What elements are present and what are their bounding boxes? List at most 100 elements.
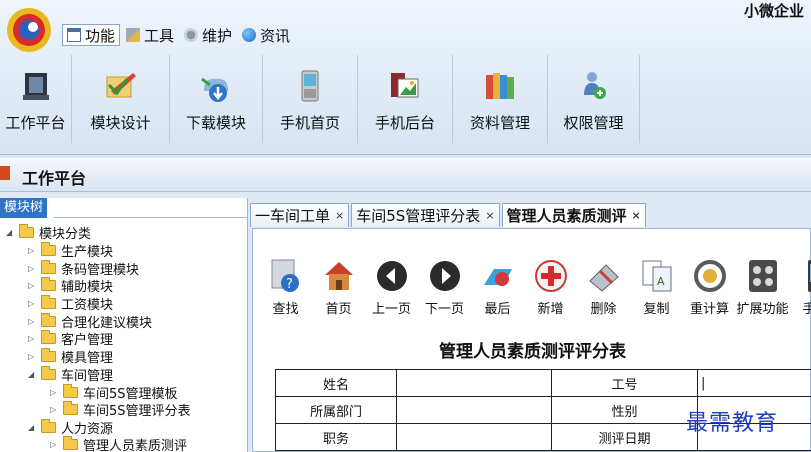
- extended-functions-button[interactable]: 扩展功能: [736, 257, 789, 319]
- collapsed-arrow-icon: ▷: [28, 281, 35, 290]
- find-icon: ?: [271, 259, 299, 292]
- books-icon: [486, 73, 514, 99]
- menu-item-function[interactable]: 功能: [62, 24, 121, 46]
- employee-id-field[interactable]: |: [697, 369, 811, 397]
- tree-node-label: 模具管理: [61, 351, 114, 366]
- collapsed-arrow-icon: ▷: [50, 405, 57, 414]
- tree-node[interactable]: ▷ 客户管理: [28, 330, 114, 348]
- copy-button[interactable]: A 复制: [630, 257, 683, 319]
- tree-node-label: 生产模块: [61, 245, 114, 260]
- expanded-arrow-icon: ◢: [28, 423, 35, 432]
- add-button[interactable]: 新增: [524, 257, 577, 319]
- name-field[interactable]: [396, 369, 552, 397]
- top-area: 小微企业 功能 工具 维护 资讯 工作平台 模块设计 下载模块 手机首页 手机后…: [0, 0, 811, 155]
- tab-5s-score[interactable]: 车间5S管理评分表 ×: [351, 203, 500, 227]
- home-button[interactable]: 首页: [312, 257, 365, 319]
- tree-node[interactable]: ▷ 车间5S管理模板: [50, 384, 178, 402]
- tree-node-label: 车间管理: [61, 369, 114, 384]
- folder-icon: [63, 401, 78, 415]
- app-title: 小微企业: [744, 2, 805, 20]
- app-logo: [7, 8, 51, 52]
- tree-node[interactable]: ▷ 合理化建议模块: [28, 313, 152, 331]
- toolbar-label: 扩展功能: [736, 302, 789, 317]
- tree-node[interactable]: ▷ 工资模块: [28, 295, 114, 313]
- download-icon: [201, 77, 228, 102]
- tab-label: 车间5S管理评分表: [356, 207, 481, 225]
- collapsed-arrow-icon: ▷: [50, 440, 57, 449]
- mobile-button[interactable]: 手机: [789, 257, 811, 319]
- toolbar-label: 首页: [325, 302, 352, 317]
- table-row: 姓名 工号 |: [275, 369, 811, 397]
- collapsed-arrow-icon: ▷: [28, 317, 35, 326]
- last-page-button[interactable]: 最后: [471, 257, 524, 319]
- menu-label: 功能: [85, 26, 116, 45]
- tree-node[interactable]: ▷ 模具管理: [28, 348, 114, 366]
- ribbon-phone-home-button[interactable]: 手机首页: [263, 55, 358, 143]
- collapsed-arrow-icon: ▷: [28, 264, 35, 273]
- next-page-button[interactable]: 下一页: [418, 257, 471, 319]
- ribbon-data-management-button[interactable]: 资料管理: [453, 55, 548, 143]
- field-label: 职务: [275, 423, 397, 451]
- next-icon: [429, 261, 460, 291]
- folder-icon: [41, 330, 56, 344]
- toolbar-label: 复制: [643, 302, 670, 317]
- menu-item-tools[interactable]: 工具: [122, 24, 178, 46]
- menu-item-maintenance[interactable]: 维护: [180, 24, 236, 46]
- tree-node[interactable]: ▷ 管理人员素质测评: [50, 436, 187, 452]
- watermark: 最需教育: [686, 411, 779, 436]
- tree-node[interactable]: ▷ 辅助模块: [28, 277, 113, 295]
- maintenance-icon: [184, 28, 199, 42]
- tree-tab[interactable]: 模块树: [0, 198, 48, 218]
- tab-manager-evaluation[interactable]: 管理人员素质测评 ×: [501, 203, 646, 227]
- ribbon-phone-admin-button[interactable]: 手机后台: [358, 55, 453, 143]
- ribbon-permission-button[interactable]: 权限管理: [548, 55, 640, 143]
- ribbon-workbench-button[interactable]: 工作平台: [0, 55, 72, 143]
- close-icon[interactable]: ×: [632, 209, 641, 222]
- menu-label: 维护: [202, 26, 233, 45]
- toolbar-label: 手机: [802, 302, 811, 317]
- toolbar-label: 上一页: [371, 302, 411, 317]
- folder-icon: [41, 277, 56, 291]
- tree-node[interactable]: ◢ 模块分类: [6, 224, 92, 242]
- delete-button[interactable]: 删除: [577, 257, 630, 319]
- tree-node-label: 管理人员素质测评: [83, 439, 188, 452]
- tab-workshop-order[interactable]: 一车间工单 ×: [250, 203, 350, 227]
- position-field[interactable]: [396, 423, 552, 451]
- toolbar-label: 最后: [484, 302, 511, 317]
- ribbon-label: 权限管理: [563, 114, 624, 132]
- field-label: 性别: [551, 396, 698, 424]
- tree-node-label: 客户管理: [61, 333, 114, 348]
- close-icon[interactable]: ×: [335, 209, 344, 222]
- tree-node-label: 模块分类: [39, 227, 92, 242]
- tree-node[interactable]: ◢ 人力资源: [28, 419, 113, 437]
- toolbar-label: 查找: [272, 302, 299, 317]
- divider: [54, 198, 247, 218]
- main-menu: 功能 工具 维护 资讯: [62, 24, 296, 46]
- prev-page-button[interactable]: 上一页: [365, 257, 418, 319]
- tree-node-label: 工资模块: [61, 298, 114, 313]
- mobile-icon: [807, 260, 811, 292]
- ribbon-download-button[interactable]: 下载模块: [170, 55, 263, 143]
- expanded-arrow-icon: ◢: [28, 370, 35, 379]
- open-folder-icon: [63, 436, 78, 450]
- platform-header: 工作平台: [0, 158, 811, 192]
- ribbon-design-button[interactable]: 模块设计: [72, 55, 170, 143]
- department-field[interactable]: [396, 396, 552, 424]
- platform-icon: [0, 166, 10, 180]
- phone-icon: [301, 70, 319, 102]
- folder-icon: [41, 313, 56, 327]
- tree-node[interactable]: ▷ 条码管理模块: [28, 260, 139, 278]
- svg-text:A: A: [657, 275, 665, 288]
- tree-node[interactable]: ▷ 生产模块: [28, 242, 114, 260]
- last-icon: [483, 269, 512, 286]
- tree-node[interactable]: ▷ 车间5S管理评分表: [50, 401, 191, 419]
- home-icon: [324, 262, 353, 290]
- close-icon[interactable]: ×: [485, 209, 494, 222]
- menu-item-news[interactable]: 资讯: [238, 24, 294, 46]
- phone-admin-icon: [391, 73, 419, 98]
- menu-label: 资讯: [260, 26, 291, 45]
- tree-node[interactable]: ◢ 车间管理: [28, 366, 114, 384]
- recalc-icon: [693, 260, 726, 292]
- recalculate-button[interactable]: 重计算: [683, 257, 736, 319]
- find-button[interactable]: ? 查找: [259, 257, 312, 319]
